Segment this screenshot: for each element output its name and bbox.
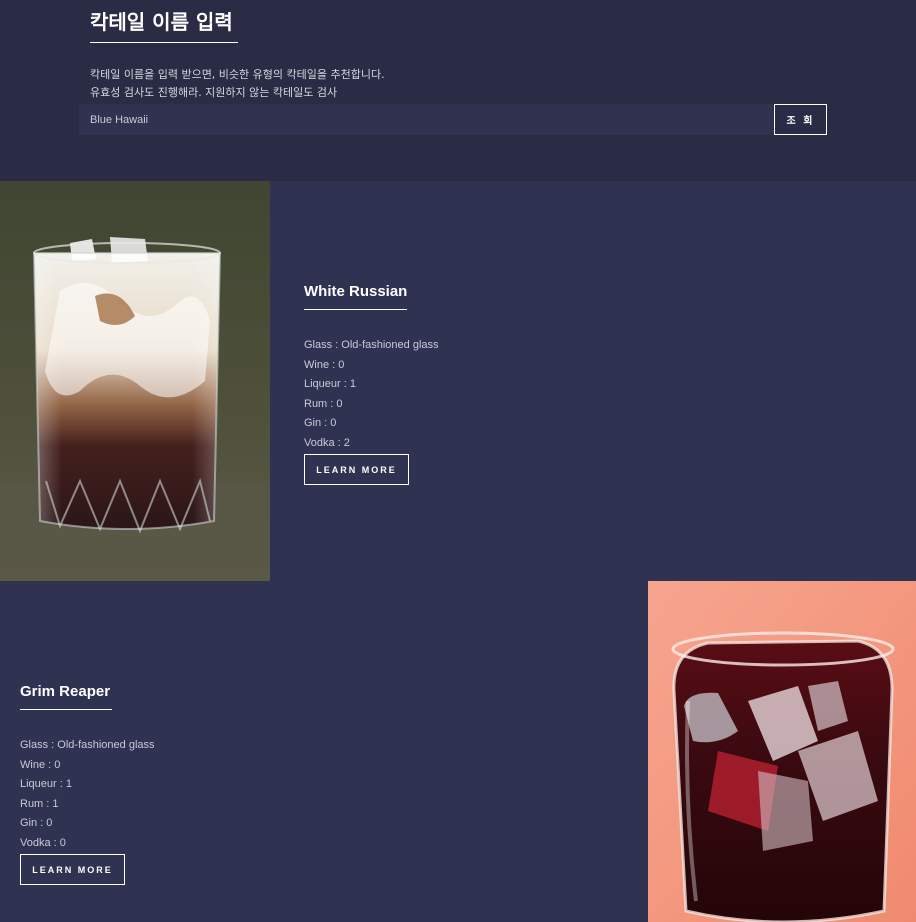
learn-more-button[interactable]: LEARN MORE <box>304 454 409 485</box>
cocktail-specs: Glass : Old-fashioned glass Wine : 0 Liq… <box>304 336 439 453</box>
spec-glass: Glass : Old-fashioned glass <box>20 739 155 751</box>
cocktail-name-input[interactable] <box>79 104 773 135</box>
spec-wine: Wine : 0 <box>304 358 345 371</box>
spec-wine: Wine : 0 <box>20 758 61 771</box>
cocktail-name: White Russian <box>304 283 408 300</box>
spec-glass: Glass : Old-fashioned glass <box>304 339 439 351</box>
grim-reaper-photo <box>648 581 916 922</box>
spec-vodka: Vodka : 2 <box>304 436 350 449</box>
spec-liqueur: Liqueur : 1 <box>20 778 72 790</box>
description-line: 칵테일 이름을 입력 받으면, 비슷한 유형의 칵테일을 추천합니다. <box>90 68 385 81</box>
spec-vodka: Vodka : 0 <box>20 836 66 849</box>
spec-gin: Gin : 0 <box>304 417 337 429</box>
cocktail-card: White Russian Glass : Old-fashioned glas… <box>0 181 916 581</box>
cocktail-name: Grim Reaper <box>20 683 111 700</box>
learn-more-button[interactable]: LEARN MORE <box>20 854 125 885</box>
search-button[interactable]: 조 회 <box>774 104 827 135</box>
title-underline <box>90 42 238 43</box>
name-underline <box>20 709 112 710</box>
spec-rum: Rum : 1 <box>20 797 59 810</box>
spec-liqueur: Liqueur : 1 <box>304 378 356 390</box>
search-header: 칵테일 이름 입력 칵테일 이름을 입력 받으면, 비슷한 유형의 칵테일을 추… <box>0 0 916 181</box>
name-underline <box>304 309 407 310</box>
page-title: 칵테일 이름 입력 <box>90 10 233 34</box>
spec-gin: Gin : 0 <box>20 817 53 829</box>
spec-rum: Rum : 0 <box>304 397 343 410</box>
cocktail-info: White Russian Glass : Old-fashioned glas… <box>304 283 439 485</box>
cocktail-specs: Glass : Old-fashioned glass Wine : 0 Liq… <box>20 736 155 853</box>
cocktail-info: Grim Reaper Glass : Old-fashioned glass … <box>20 683 155 885</box>
page-description: 칵테일 이름을 입력 받으면, 비슷한 유형의 칵테일을 추천합니다. 유효성 … <box>90 66 385 102</box>
description-line: 유효성 검사도 진행해라. 지원하지 않는 칵테일도 검사 <box>90 86 338 99</box>
cocktail-card: Grim Reaper Glass : Old-fashioned glass … <box>0 581 916 922</box>
white-russian-photo <box>0 181 270 581</box>
